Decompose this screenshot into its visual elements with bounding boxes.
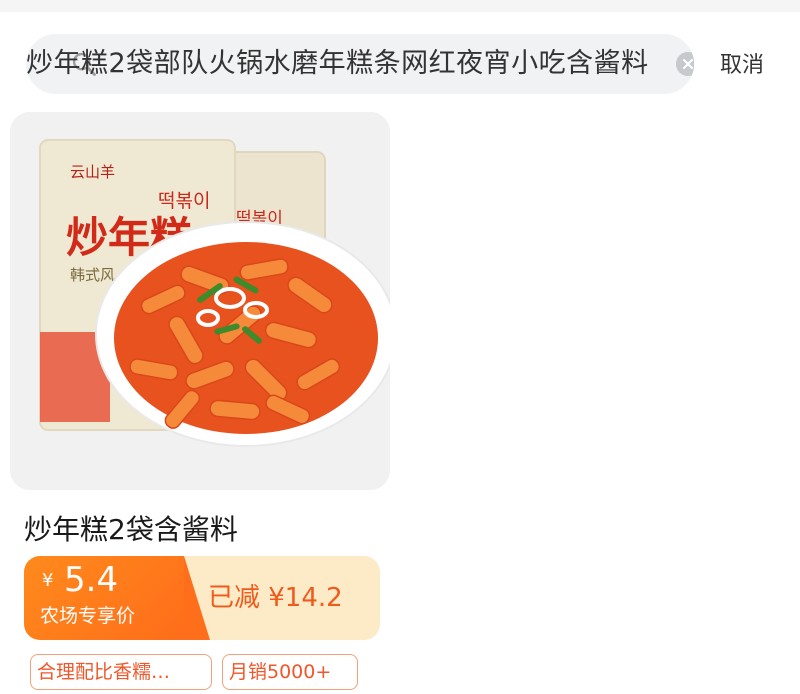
price-badge: ¥ 5.4 农场专享价 [24, 556, 202, 640]
product-title[interactable]: 炒年糕2袋含酱料 [24, 510, 238, 550]
search-input[interactable]: 炒年糕2袋部队火锅水磨年糕条网红夜宵小吃含酱料 [26, 34, 694, 94]
tag-feature: 合理配比香糯… [30, 654, 212, 690]
status-bar [0, 0, 800, 12]
price-divider [184, 556, 210, 640]
discount-text: 已减 ¥14.2 [208, 583, 343, 613]
price-bar: ¥ 5.4 农场专享价 已减 ¥14.2 [24, 556, 380, 640]
product-card[interactable]: 云山羊 떡볶이 떡볶이 炒年糕 韩式风 炒年糕2袋含酱料 ¥ 5.4 农场专享价… [10, 112, 390, 690]
discount-panel: 已减 ¥14.2 [184, 556, 380, 640]
cancel-button[interactable]: 取消 [720, 48, 764, 84]
currency-symbol: ¥ [42, 570, 54, 591]
product-image[interactable]: 云山羊 떡볶이 떡볶이 炒年糕 韩式风 [10, 112, 390, 490]
svg-text:떡볶이: 떡볶이 [158, 190, 210, 212]
price-value: 5.4 [64, 560, 119, 600]
clear-icon[interactable] [676, 52, 694, 76]
tag-monthly-sales: 月销5000+ [222, 654, 358, 690]
search-row: 炒年糕2袋部队火锅水磨年糕条网红夜宵小吃含酱料 取消 [0, 28, 800, 104]
tteokbokki-image: 云山羊 떡볶이 떡볶이 炒年糕 韩式风 [10, 112, 390, 490]
brand-logo: 云山羊 [70, 163, 115, 181]
price-caption: 农场专享价 [40, 605, 136, 627]
search-query-text: 炒年糕2袋部队火锅水磨年糕条网红夜宵小吃含酱料 [26, 48, 649, 79]
svg-text:韩式风: 韩式风 [70, 266, 115, 284]
